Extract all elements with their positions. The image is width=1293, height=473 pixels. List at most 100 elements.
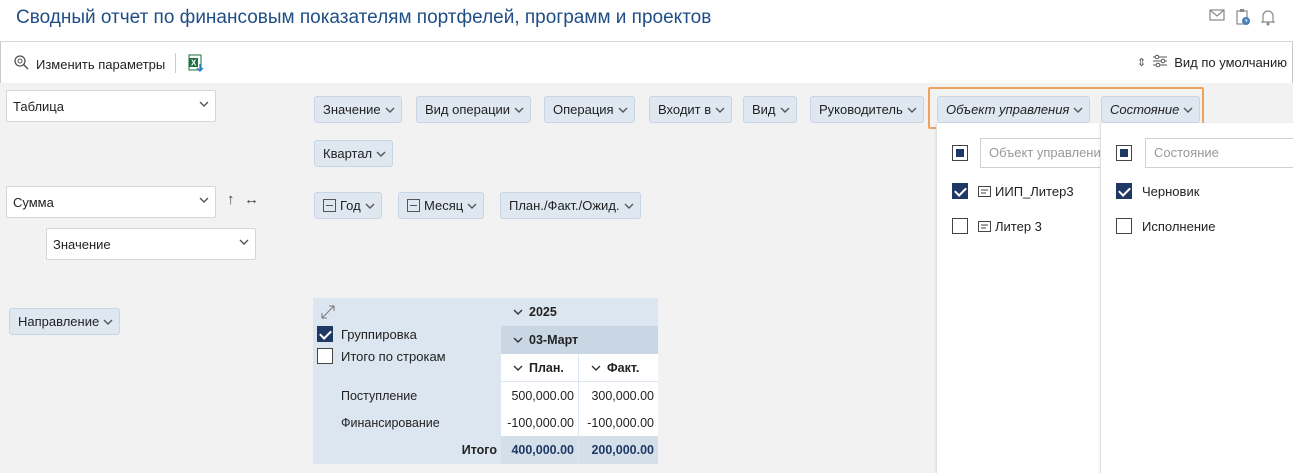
chevron-down-icon bbox=[199, 101, 209, 107]
table-cell[interactable]: -100,000.00 bbox=[501, 409, 578, 436]
excel-export-icon: X bbox=[188, 54, 205, 75]
filter-chip-value[interactable]: Значение bbox=[314, 96, 402, 123]
item-label: Исполнение bbox=[1142, 218, 1216, 234]
plan-column-header[interactable]: План. bbox=[501, 354, 578, 381]
filter-chip-manager[interactable]: Руководитель bbox=[810, 96, 924, 123]
sliders-icon bbox=[1152, 54, 1168, 71]
month-label: 03-Март bbox=[529, 333, 579, 347]
sort-arrows-icon: ⇕ bbox=[1137, 57, 1147, 69]
column-chip-year[interactable]: Год bbox=[314, 192, 382, 219]
fact-label: Факт. bbox=[607, 360, 640, 375]
plan-label: План. bbox=[529, 360, 564, 375]
item-label: ИИП_Литер3 bbox=[995, 183, 1074, 199]
mail-icon[interactable] bbox=[1208, 8, 1226, 26]
year-header[interactable]: 2025 bbox=[513, 302, 557, 322]
column-chip-plan-fact[interactable]: План./Факт./Ожид. bbox=[500, 192, 641, 219]
chevron-down-icon bbox=[376, 151, 386, 157]
view-type-value: Таблица bbox=[13, 98, 64, 114]
aggregation-select[interactable]: Сумма bbox=[6, 186, 216, 218]
month-header[interactable]: 03-Март bbox=[501, 326, 658, 354]
select-all-checkbox[interactable] bbox=[952, 145, 968, 161]
item-checkbox[interactable] bbox=[1116, 183, 1132, 199]
column-chip-label: Месяц bbox=[424, 198, 464, 213]
direction-chip[interactable]: Направление bbox=[9, 308, 121, 335]
collapse-icon[interactable] bbox=[323, 199, 336, 212]
total-cell[interactable]: 400,000.00 bbox=[501, 436, 578, 464]
filter-chip-label: Значение bbox=[323, 102, 381, 117]
item-checkbox[interactable] bbox=[1116, 218, 1132, 234]
filter-chip-operation-type[interactable]: Вид операции bbox=[416, 96, 532, 123]
chevron-down-icon bbox=[467, 203, 477, 209]
export-excel-button[interactable]: X bbox=[188, 54, 205, 75]
default-view-button[interactable]: ⇕ Вид по умолчанию bbox=[1137, 54, 1287, 71]
fact-column-header[interactable]: Факт. bbox=[579, 354, 658, 381]
item-checkbox[interactable] bbox=[952, 183, 968, 199]
row-totals-label: Итого по строкам bbox=[341, 348, 446, 364]
project-icon bbox=[978, 185, 991, 197]
item-label: Черновик bbox=[1142, 183, 1200, 199]
list-item[interactable]: Исполнение bbox=[1116, 218, 1216, 234]
sort-up-arrow-icon[interactable]: ↑ bbox=[227, 191, 235, 208]
chevron-down-icon bbox=[624, 203, 634, 209]
grouping-label: Группировка bbox=[341, 326, 417, 342]
toolbar: Изменить параметры X ⇕ Вид по умолчанию bbox=[0, 43, 1293, 83]
filter-panel-management-object: Объект управлени ИИП_Литер3 Литер 3 bbox=[936, 123, 1105, 473]
grouping-checkbox[interactable] bbox=[317, 326, 333, 342]
list-item[interactable]: ИИП_Литер3 bbox=[952, 183, 1074, 199]
measure-value: Значение bbox=[53, 236, 111, 252]
object-search-input[interactable]: Объект управлени bbox=[980, 138, 1105, 168]
filter-chip-label: Руководитель bbox=[819, 102, 903, 117]
chevron-down-icon bbox=[514, 107, 524, 113]
chevron-down-icon bbox=[365, 203, 375, 209]
filter-chip-part-of[interactable]: Входит в bbox=[649, 96, 733, 123]
page-title: Сводный отчет по финансовым показателям … bbox=[16, 7, 712, 28]
state-search-input[interactable]: Состояние bbox=[1145, 138, 1293, 168]
row-totals-toggle[interactable]: Итого по строкам bbox=[317, 348, 446, 364]
chevron-down-icon bbox=[239, 239, 249, 245]
column-chip-label: Год bbox=[340, 198, 361, 213]
change-params-label: Изменить параметры bbox=[36, 56, 166, 72]
filter-chip-operation[interactable]: Операция bbox=[544, 96, 635, 123]
collapse-icon[interactable] bbox=[407, 199, 420, 212]
project-icon bbox=[978, 220, 991, 232]
year-label: 2025 bbox=[529, 305, 557, 319]
swap-horizontal-icon[interactable]: ↔ bbox=[244, 191, 259, 208]
chevron-down-icon bbox=[618, 107, 628, 113]
filter-chip-label: Вид операции bbox=[425, 102, 511, 117]
chevron-down-icon bbox=[513, 309, 523, 315]
row-totals-checkbox[interactable] bbox=[317, 348, 333, 364]
table-cell[interactable]: 300,000.00 bbox=[579, 382, 658, 409]
filter-panel-state: Состояние Черновик Исполнение bbox=[1100, 123, 1293, 473]
aggregation-value: Сумма bbox=[13, 194, 54, 210]
list-item[interactable]: Литер 3 bbox=[952, 218, 1042, 234]
chevron-down-icon bbox=[199, 197, 209, 203]
item-checkbox[interactable] bbox=[952, 218, 968, 234]
filter-chip-quarter[interactable]: Квартал bbox=[314, 140, 394, 167]
chevron-down-icon bbox=[715, 107, 725, 113]
item-label: Литер 3 bbox=[995, 218, 1042, 234]
view-type-select[interactable]: Таблица bbox=[6, 90, 216, 122]
column-chip-month[interactable]: Месяц bbox=[398, 192, 485, 219]
toolbar-divider bbox=[175, 53, 176, 73]
filter-chip-label: Операция bbox=[553, 102, 614, 117]
total-label: Итого bbox=[461, 443, 497, 457]
settings-search-icon bbox=[13, 54, 30, 74]
pivot-table: Группировка Итого по строкам 2025 03-Мар… bbox=[313, 298, 658, 464]
direction-label: Направление bbox=[18, 314, 100, 329]
filter-chip-kind[interactable]: Вид bbox=[743, 96, 797, 123]
table-cell[interactable]: 500,000.00 bbox=[501, 382, 578, 409]
clipboard-clock-icon[interactable] bbox=[1234, 8, 1252, 26]
table-cell[interactable]: -100,000.00 bbox=[579, 409, 658, 436]
measure-select[interactable]: Значение bbox=[46, 228, 256, 260]
total-cell[interactable]: 200,000.00 bbox=[579, 436, 658, 464]
grouping-toggle[interactable]: Группировка bbox=[317, 326, 417, 342]
select-all-checkbox[interactable] bbox=[1116, 145, 1132, 161]
filter-chip-label: Входит в bbox=[658, 102, 712, 117]
row-label-financing: Финансирование bbox=[341, 415, 440, 430]
bell-icon[interactable] bbox=[1259, 8, 1277, 26]
filter-chip-label: Вид bbox=[752, 102, 776, 117]
list-item[interactable]: Черновик bbox=[1116, 183, 1199, 199]
change-params-button[interactable]: Изменить параметры bbox=[13, 54, 165, 74]
chevron-down-icon bbox=[513, 337, 523, 343]
expand-diagonal-icon[interactable] bbox=[319, 303, 337, 324]
